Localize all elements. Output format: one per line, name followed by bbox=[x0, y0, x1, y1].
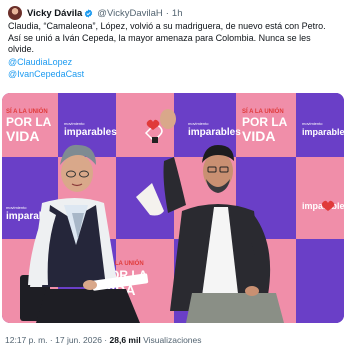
separator-dot: · bbox=[104, 335, 108, 345]
photo-illustration: SÍ A LA UNIÓN POR LA VIDA SÍ A LA UNIÓN … bbox=[2, 93, 344, 323]
views-label[interactable]: Visualizaciones bbox=[143, 335, 201, 345]
author-avatar[interactable] bbox=[8, 6, 22, 20]
svg-text:imparables: imparables bbox=[188, 127, 241, 138]
svg-text:SÍ A LA UNIÓN: SÍ A LA UNIÓN bbox=[242, 107, 284, 115]
svg-text:VIDA: VIDA bbox=[6, 128, 39, 144]
post-text: Claudia, “Camaleona”, López, volvió a su… bbox=[8, 21, 344, 81]
separator-dot: · bbox=[165, 7, 169, 19]
svg-text:movimiento: movimiento bbox=[6, 205, 27, 210]
svg-text:POR LA: POR LA bbox=[6, 115, 52, 129]
svg-text:movimiento: movimiento bbox=[188, 121, 209, 126]
post-header: Vicky Dávila @VickyDavilaH · 1h bbox=[8, 4, 182, 22]
author-name[interactable]: Vicky Dávila bbox=[27, 8, 82, 19]
post-text-line: Así se unió a Iván Cepeda, la mayor amen… bbox=[8, 32, 311, 43]
svg-text:imparables: imparables bbox=[64, 127, 117, 138]
mention-link[interactable]: @IvanCepedaCast bbox=[8, 68, 344, 81]
mention-link[interactable]: @ClaudiaLopez bbox=[8, 56, 344, 69]
post-date[interactable]: 17 jun. 2026 bbox=[55, 335, 102, 345]
post-text-line: Claudia, “Camaleona”, López, volvió a su… bbox=[8, 21, 326, 31]
svg-text:VIDA: VIDA bbox=[242, 128, 275, 144]
post-photo[interactable]: SÍ A LA UNIÓN POR LA VIDA SÍ A LA UNIÓN … bbox=[2, 93, 344, 323]
separator-dot: · bbox=[49, 335, 53, 345]
svg-text:movimiento: movimiento bbox=[302, 121, 323, 126]
svg-text:SÍ A LA UNIÓN: SÍ A LA UNIÓN bbox=[6, 107, 48, 115]
verified-badge-icon bbox=[85, 8, 93, 18]
post-text-line: olvide. bbox=[8, 44, 35, 54]
svg-text:POR LA: POR LA bbox=[242, 115, 288, 129]
post-card[interactable]: Vicky Dávila @VickyDavilaH · 1h Claudia,… bbox=[0, 0, 350, 356]
author-handle[interactable]: @VickyDavilaH bbox=[97, 8, 162, 19]
post-footer: 12:17 p. m. · 17 jun. 2026 · 28,6 mil Vi… bbox=[5, 335, 202, 345]
views-count[interactable]: 28,6 mil bbox=[110, 335, 141, 345]
svg-text:movimiento: movimiento bbox=[64, 121, 85, 126]
svg-text:imparables: imparables bbox=[302, 127, 344, 137]
post-time[interactable]: 12:17 p. m. bbox=[5, 335, 48, 345]
post-relative-time[interactable]: 1h bbox=[172, 8, 183, 19]
